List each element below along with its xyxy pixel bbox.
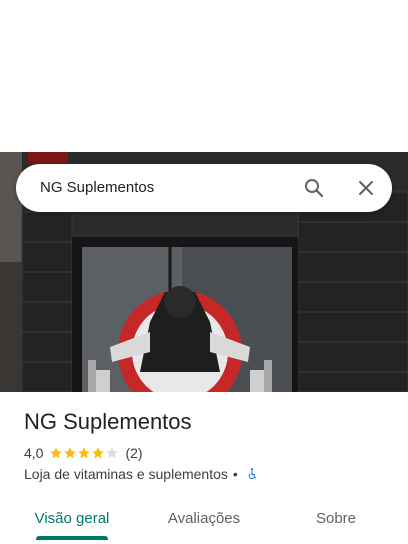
rating-row[interactable]: 4,0 (2) <box>24 444 143 462</box>
star-empty-icon <box>106 447 119 459</box>
search-input[interactable]: NG Suplementos <box>40 179 154 196</box>
place-name: NG Suplementos <box>24 409 192 434</box>
star-icon <box>50 447 63 459</box>
search-icon[interactable] <box>302 176 326 200</box>
close-icon[interactable] <box>354 176 378 200</box>
tab-reviews[interactable]: Avaliações <box>136 496 272 540</box>
rating-value: 4,0 <box>24 445 44 461</box>
active-tab-indicator <box>36 536 108 540</box>
tab-overview[interactable]: Visão geral <box>0 496 144 540</box>
place-tabs: Visão geral Avaliações Sobre <box>0 496 408 544</box>
review-count[interactable]: (2) <box>125 445 142 461</box>
place-category: Loja de vitaminas e suplementos <box>24 466 228 482</box>
star-icon <box>78 447 91 459</box>
category-row: Loja de vitaminas e suplementos • <box>24 465 259 483</box>
star-icon <box>92 447 105 459</box>
star-icon <box>64 447 77 459</box>
separator-dot: • <box>232 466 238 482</box>
tab-about[interactable]: Sobre <box>268 496 404 540</box>
top-blank-area <box>0 0 408 152</box>
search-bar[interactable]: NG Suplementos <box>16 164 392 212</box>
star-rating <box>49 446 119 460</box>
wheelchair-accessible-icon[interactable] <box>245 467 259 481</box>
